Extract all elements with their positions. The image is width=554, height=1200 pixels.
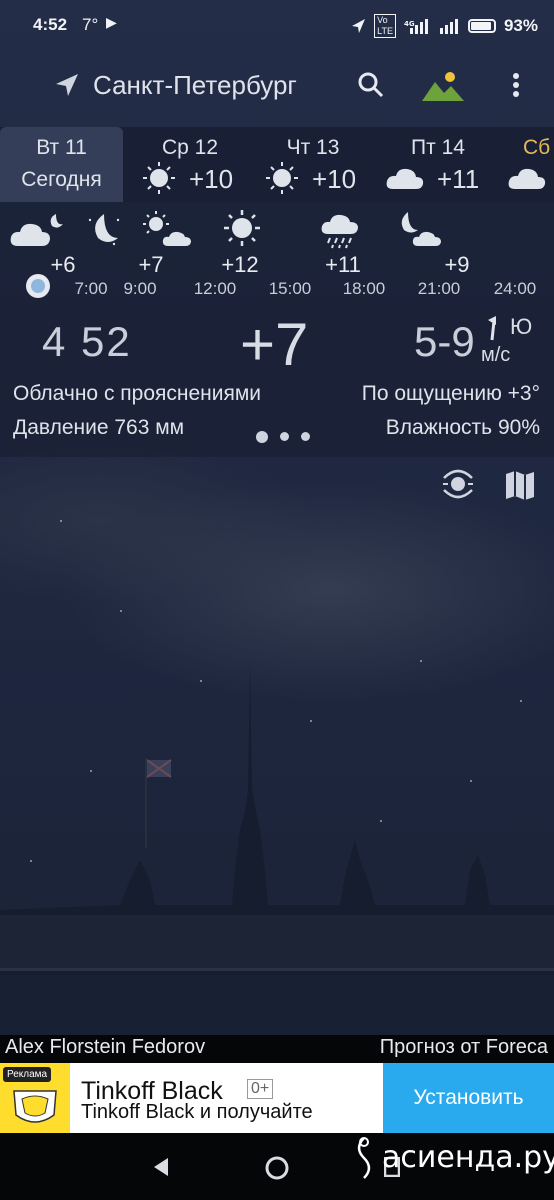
pressure: Давление 763 мм: [13, 416, 185, 439]
wind-unit: м/с: [481, 344, 511, 366]
app-header: Санкт-Петербург: [0, 60, 554, 110]
wind-speed: 5-9: [414, 318, 475, 365]
page-dot: [301, 432, 310, 442]
hour-time: 9:00: [123, 279, 157, 298]
more-vert-icon[interactable]: [506, 70, 526, 100]
rain-cloud-icon: [321, 214, 358, 249]
sunrise-sunset-icon[interactable]: [440, 466, 476, 502]
sun-icon: [143, 162, 175, 194]
tab-day-wed[interactable]: Ср 12 +10: [135, 127, 245, 202]
search-icon[interactable]: [356, 70, 386, 100]
page-dot: [280, 432, 289, 442]
hour-temp: +12: [221, 252, 259, 277]
hour-time: 18:00: [342, 279, 386, 298]
city-name[interactable]: Санкт-Петербург: [93, 70, 297, 101]
battery-icon: [467, 19, 496, 33]
watermark-text: асиенда.ру: [382, 1140, 554, 1175]
day-temp: +11: [437, 164, 480, 194]
hourly-forecast[interactable]: +6 +7 +12 +11 +9 7:00 9:00 12:00 15:00 1…: [0, 202, 554, 302]
watermark-logo-icon: [357, 1137, 371, 1179]
hour-time: 21:00: [417, 279, 461, 298]
day-temp: +10: [312, 164, 357, 194]
ad-subtitle: Tinkoff Black и получайте: [81, 1101, 313, 1123]
current-conditions[interactable]: 4 52 +7 5-9 Ю м/с Облачно с прояснениями…: [0, 302, 554, 457]
status-bar: 4:52 7° ▶ Vo LTE 4G 93%: [0, 0, 554, 50]
cloud-moon-icon: [10, 214, 63, 246]
day-label: Чт 13: [286, 136, 340, 159]
current-temp: +7: [240, 311, 309, 378]
ad-logo: Реклама: [0, 1063, 70, 1133]
bank-emblem-icon: [13, 1090, 57, 1123]
day-sublabel: Сегодня: [21, 168, 102, 191]
hour-temp: +7: [138, 252, 164, 277]
moon-icon: [88, 214, 120, 246]
install-button[interactable]: Установить: [383, 1063, 554, 1133]
navigation-arrow-icon[interactable]: [52, 70, 82, 100]
day-label: Сб: [523, 136, 551, 159]
home-icon[interactable]: [264, 1155, 290, 1181]
back-icon[interactable]: [150, 1155, 172, 1179]
tab-day-today[interactable]: Вт 11 Сегодня: [0, 127, 123, 202]
cloud-icon: [508, 168, 546, 189]
tab-day-fri[interactable]: Пт 14 +11: [383, 127, 493, 202]
credits-bar: Alex Florstein Fedorov Прогноз от Foreca: [0, 1035, 554, 1063]
page-indicator: [256, 428, 322, 446]
moon-cloud-icon: [401, 212, 441, 246]
wind-direction: Ю: [510, 314, 533, 339]
watermark: асиенда.ру: [354, 1137, 554, 1179]
sun-cloud-icon: [143, 211, 191, 246]
day-label: Вт 11: [36, 136, 87, 159]
day-label: Ср 12: [161, 136, 219, 159]
signal-icon: 4G: [404, 19, 428, 34]
hour-temp: +9: [444, 252, 470, 277]
wind-direction-icon: [488, 316, 496, 341]
hour-time: 12:00: [193, 279, 237, 298]
ad-banner[interactable]: Реклама Tinkoff Black 0+ Tinkoff Black и…: [0, 1063, 554, 1133]
hour-time: 15:00: [268, 279, 312, 298]
map-icon[interactable]: [503, 468, 537, 502]
weather-description: Облачно с прояснениями: [13, 382, 262, 405]
tab-day-sat[interactable]: Сб: [505, 127, 554, 202]
hour-temp: +11: [325, 252, 361, 277]
hour-time: 24:00: [493, 279, 537, 298]
day-temp: +10: [189, 164, 234, 194]
signal-icon: [439, 19, 458, 34]
play-icon: ▶: [106, 14, 117, 30]
current-time: 4 52: [42, 318, 132, 365]
feels-like: По ощущению +3°: [361, 382, 540, 405]
volte-icon: Vo LTE: [374, 14, 396, 38]
sun-icon: [266, 162, 298, 194]
status-time: 4:52: [33, 15, 68, 34]
photo-credit[interactable]: Alex Florstein Fedorov: [5, 1036, 205, 1059]
day-tabs: Вт 11 Сегодня Ср 12 +10 Чт 13 +10 Пт 14 …: [0, 127, 554, 202]
current-hour-marker: [26, 274, 50, 298]
day-label: Пт 14: [411, 136, 465, 159]
page-dot-active: [256, 430, 268, 443]
sun-icon: [224, 210, 260, 246]
cloud-icon: [386, 168, 424, 189]
humidity: Влажность 90%: [385, 416, 540, 439]
ad-age-rating: 0+: [247, 1079, 274, 1099]
svg-text:4G: 4G: [404, 20, 415, 28]
tab-day-thu[interactable]: Чт 13 +10: [258, 127, 368, 202]
location-icon: [352, 19, 366, 33]
landscape-icon[interactable]: [420, 68, 466, 102]
battery-percent: 93%: [503, 16, 538, 35]
forecast-credit[interactable]: Прогноз от Foreca: [380, 1036, 548, 1059]
status-temp: 7°: [82, 15, 99, 34]
